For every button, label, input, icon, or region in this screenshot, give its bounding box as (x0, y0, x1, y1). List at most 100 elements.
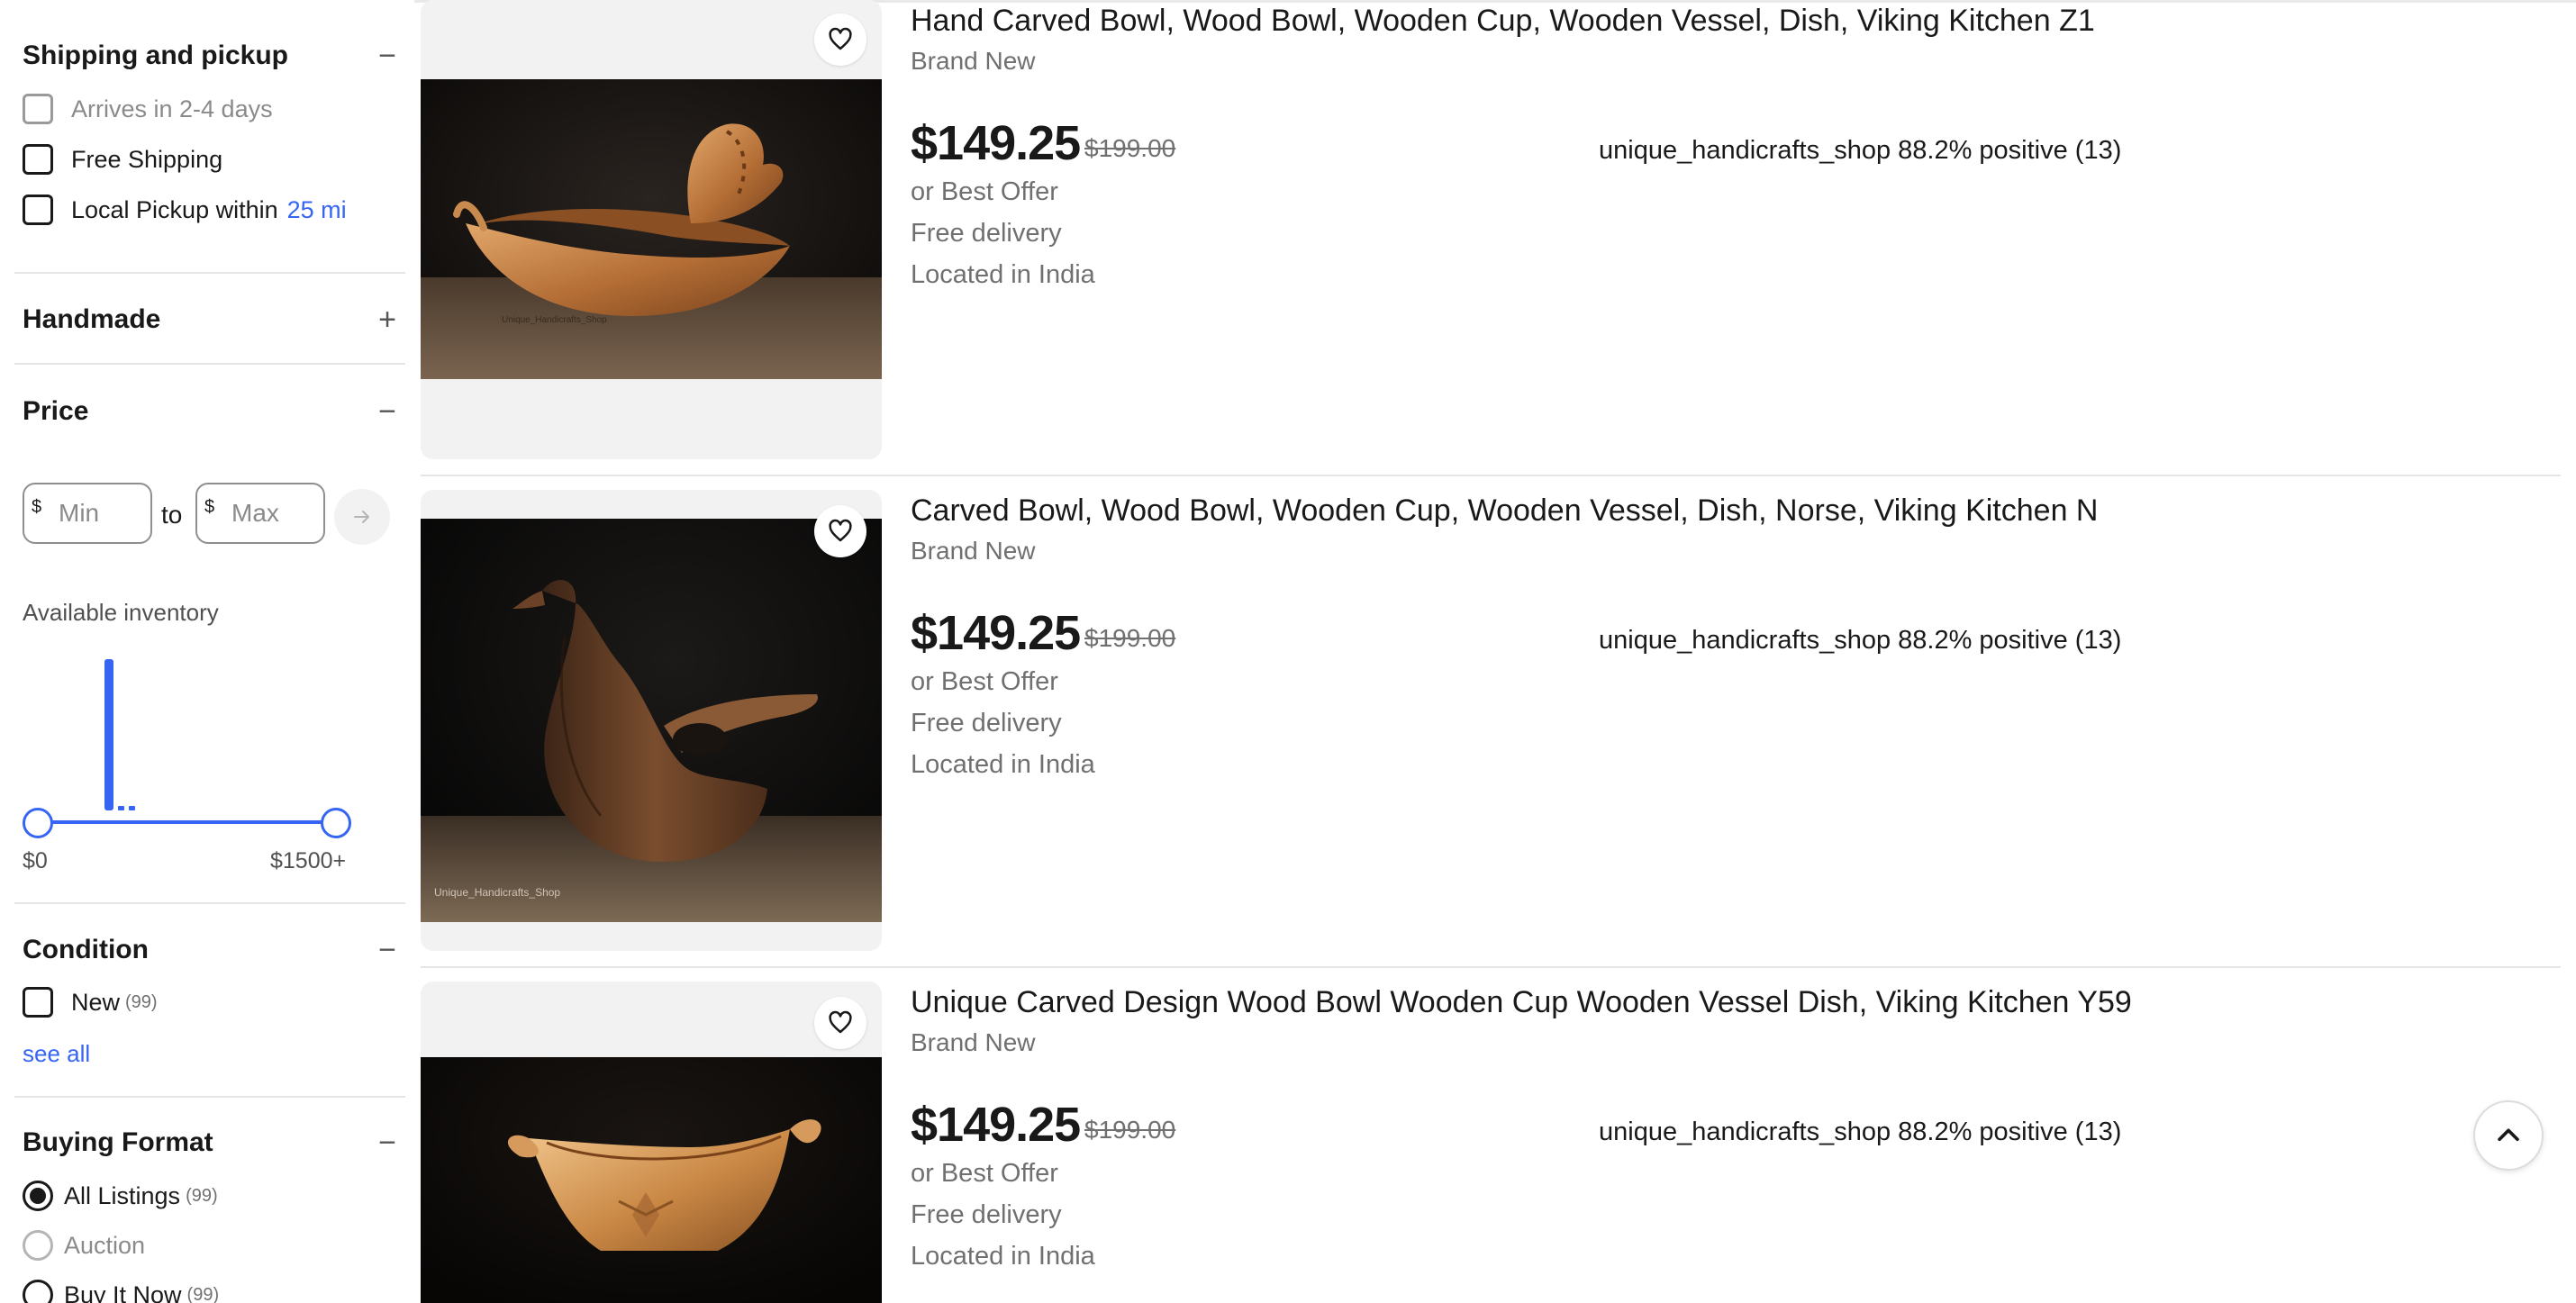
watch-button[interactable] (814, 997, 866, 1049)
watch-button[interactable] (814, 505, 866, 557)
divider (14, 902, 405, 904)
checkbox[interactable] (23, 195, 53, 225)
collapse-icon[interactable]: − (369, 38, 405, 74)
listing-delivery: Free delivery (911, 1200, 1062, 1229)
listing-delivery: Free delivery (911, 219, 1062, 248)
listing-offer: or Best Offer (911, 177, 1058, 206)
listing-delivery: Free delivery (911, 709, 1062, 737)
listing-location: Located in India (911, 750, 1095, 779)
price-min-input[interactable] (24, 486, 150, 540)
heart-icon (829, 27, 852, 50)
product-photo[interactable] (421, 519, 882, 922)
radio-button[interactable] (23, 1230, 53, 1261)
divider (14, 1096, 405, 1098)
histogram-bar (129, 806, 135, 810)
inventory-label: Available inventory (23, 599, 219, 626)
price-submit-button[interactable] (334, 489, 390, 545)
listing-offer: or Best Offer (911, 667, 1058, 696)
listing-location: Located in India (911, 260, 1095, 289)
handmade-section-header[interactable]: Handmade + (23, 302, 405, 338)
currency-symbol: $ (204, 497, 215, 517)
listing-title[interactable]: Carved Bowl, Wood Bowl, Wooden Cup, Wood… (911, 493, 2098, 529)
filter-all-listings[interactable]: All Listings (99) (23, 1178, 218, 1214)
listing-offer: or Best Offer (911, 1159, 1058, 1188)
listing-image-card[interactable]: Unique_Handicrafts_Shop (421, 0, 882, 459)
listing-price: $149.25 (911, 606, 1081, 660)
price-section-header[interactable]: Price − (23, 394, 405, 430)
listing-image-card[interactable]: Unique_Handicrafts_Shop (421, 490, 882, 951)
buying-format-section-title: Buying Format (23, 1127, 213, 1157)
listing-item[interactable]: Unique Carved Design Wood Bowl Wooden Cu… (421, 982, 2561, 1303)
heart-icon (829, 519, 852, 542)
filter-arrives-2-4-days[interactable]: Arrives in 2-4 days (23, 91, 273, 127)
histogram-bar (104, 659, 113, 810)
heart-icon (829, 1010, 852, 1034)
product-photo[interactable] (421, 1057, 882, 1303)
collapse-icon[interactable]: − (369, 394, 405, 430)
slider-max-handle[interactable] (321, 808, 351, 838)
price-histogram-slider (43, 659, 342, 824)
chevron-up-icon (2498, 1128, 2519, 1142)
filter-count: (99) (186, 1185, 218, 1206)
price-min-field[interactable]: $ (23, 483, 152, 544)
shipping-section-title: Shipping and pickup (23, 41, 288, 70)
listing-condition: Brand New (911, 47, 1036, 75)
slider-min-handle[interactable] (23, 808, 53, 838)
arrow-right-icon (354, 511, 369, 523)
listing-image-card[interactable] (421, 982, 882, 1303)
listing-original-price: $199.00 (1084, 1116, 1176, 1144)
condition-section-title: Condition (23, 935, 149, 964)
histogram-bar (118, 806, 124, 810)
listing-item[interactable]: Unique_Handicrafts_Shop Carved Bowl, Woo… (421, 490, 2561, 967)
range-max-label: $1500+ (270, 848, 347, 873)
listing-price: $149.25 (911, 116, 1081, 170)
price-max-input[interactable] (197, 486, 323, 540)
checkbox[interactable] (23, 987, 53, 1018)
listing-seller: unique_handicrafts_shop 88.2% positive (… (1599, 626, 2122, 655)
watch-button[interactable] (814, 14, 866, 66)
filter-label: Auction (64, 1231, 146, 1259)
listing-title[interactable]: Hand Carved Bowl, Wood Bowl, Wooden Cup,… (911, 4, 2095, 39)
filter-buy-it-now[interactable]: Buy It Now (99) (23, 1277, 219, 1303)
filter-count: (99) (125, 991, 158, 1012)
product-photo[interactable] (421, 79, 882, 379)
shipping-section-header[interactable]: Shipping and pickup − (23, 38, 405, 74)
filter-label: New (71, 988, 121, 1016)
listing-title[interactable]: Unique Carved Design Wood Bowl Wooden Cu… (911, 985, 2132, 1020)
buying-format-section-header[interactable]: Buying Format − (23, 1125, 405, 1161)
listing-divider (421, 966, 2561, 968)
range-min-label: $0 (23, 848, 48, 873)
collapse-icon[interactable]: − (369, 1125, 405, 1161)
collapse-icon[interactable]: − (369, 932, 405, 968)
scroll-to-top-button[interactable] (2473, 1100, 2544, 1171)
price-max-field[interactable]: $ (195, 483, 325, 544)
filter-label: Buy It Now (64, 1280, 182, 1303)
divider (14, 272, 405, 274)
watermark: Unique_Handicrafts_Shop (502, 315, 607, 325)
checkbox[interactable] (23, 94, 53, 124)
expand-icon[interactable]: + (369, 302, 405, 338)
filter-sidebar: Shipping and pickup − Arrives in 2-4 day… (14, 0, 405, 1303)
filter-label: All Listings (64, 1181, 181, 1209)
filter-auction[interactable]: Auction (23, 1227, 145, 1263)
see-all-link[interactable]: see all (23, 1040, 90, 1068)
filter-label: Free Shipping (71, 145, 223, 173)
handmade-section-title: Handmade (23, 304, 161, 334)
listing-price: $149.25 (911, 1098, 1081, 1152)
price-to-label: to (161, 501, 183, 529)
pickup-distance-link[interactable]: 25 mi (287, 196, 347, 224)
radio-button[interactable] (23, 1181, 53, 1211)
filter-condition-new[interactable]: New (99) (23, 984, 158, 1020)
listing-original-price: $199.00 (1084, 624, 1176, 652)
condition-section-header[interactable]: Condition − (23, 932, 405, 968)
checkbox[interactable] (23, 144, 53, 175)
listing-condition: Brand New (911, 1028, 1036, 1056)
filter-local-pickup[interactable]: Local Pickup within 25 mi (23, 192, 347, 228)
listing-seller: unique_handicrafts_shop 88.2% positive (… (1599, 1118, 2122, 1146)
listing-condition: Brand New (911, 537, 1036, 565)
radio-button[interactable] (23, 1280, 53, 1303)
currency-symbol: $ (32, 497, 42, 517)
divider (14, 363, 405, 365)
listing-item[interactable]: Unique_Handicrafts_Shop Hand Carved Bowl… (421, 0, 2561, 475)
filter-free-shipping[interactable]: Free Shipping (23, 141, 222, 177)
